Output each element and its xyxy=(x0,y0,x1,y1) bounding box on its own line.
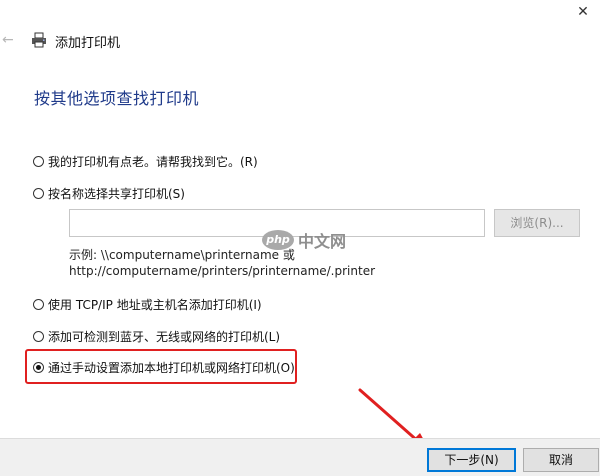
option-old-printer-label: 我的打印机有点老。请帮我找到它。(R) xyxy=(48,155,258,169)
option-shared-printer[interactable]: 按名称选择共享打印机(S) xyxy=(33,185,185,202)
option-manual-local-label: 通过手动设置添加本地打印机或网络打印机(O) xyxy=(48,361,295,375)
option-shared-printer-label: 按名称选择共享打印机(S) xyxy=(48,187,185,201)
radio-shared-printer[interactable] xyxy=(33,188,44,199)
option-bluetooth-wireless[interactable]: 添加可检测到蓝牙、无线或网络的打印机(L) xyxy=(33,328,280,345)
radio-bluetooth-wireless[interactable] xyxy=(33,331,44,342)
radio-old-printer[interactable] xyxy=(33,156,44,167)
option-old-printer[interactable]: 我的打印机有点老。请帮我找到它。(R) xyxy=(33,153,258,170)
radio-tcpip[interactable] xyxy=(33,299,44,310)
page-heading: 按其他选项查找打印机 xyxy=(34,89,200,108)
close-icon[interactable]: ✕ xyxy=(572,2,594,22)
title-bar: ✕ ← 添加打印机 xyxy=(0,0,600,68)
option-tcpip[interactable]: 使用 TCP/IP 地址或主机名添加打印机(I) xyxy=(33,296,262,313)
watermark-logo: php xyxy=(262,230,294,250)
browse-button[interactable]: 浏览(R)... xyxy=(494,209,580,237)
watermark-text: 中文网 xyxy=(298,232,347,251)
watermark: php 中文网 xyxy=(262,228,346,252)
back-arrow-icon[interactable]: ← xyxy=(2,33,22,47)
example-line-1: 示例: \\computername\printername 或 xyxy=(69,248,295,262)
window-title: 添加打印机 xyxy=(55,36,121,51)
radio-manual-local[interactable] xyxy=(33,362,44,373)
option-manual-local[interactable]: 通过手动设置添加本地打印机或网络打印机(O) xyxy=(33,359,295,376)
example-line-2: http://computername/printers/printername… xyxy=(69,264,376,278)
printer-icon xyxy=(32,32,46,48)
option-tcpip-label: 使用 TCP/IP 地址或主机名添加打印机(I) xyxy=(48,298,262,312)
next-button[interactable]: 下一步(N) xyxy=(427,448,516,472)
cancel-button[interactable]: 取消 xyxy=(523,448,599,472)
option-bluetooth-wireless-label: 添加可检测到蓝牙、无线或网络的打印机(L) xyxy=(48,330,281,344)
